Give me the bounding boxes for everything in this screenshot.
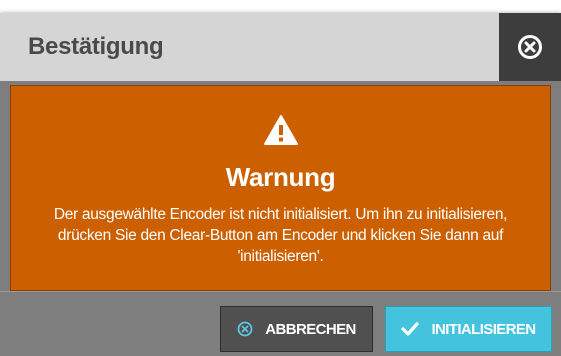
cancel-button[interactable]: ABBRECHEN [220,306,373,352]
cancel-circle-icon [237,321,253,337]
confirmation-dialog: Bestätigung Warnung Der ausgewählte Enco… [0,13,561,356]
initialize-button-label: INITIALISIEREN [431,320,536,338]
close-button[interactable] [499,13,561,81]
checkmark-icon [401,322,420,336]
dialog-title: Bestätigung [28,33,164,60]
footer-divider [0,291,561,292]
warning-panel: Warnung Der ausgewählte Encoder ist nich… [10,85,551,291]
warning-heading: Warnung [225,162,336,192]
close-circle-icon [518,35,542,59]
dialog-header: Bestätigung [0,13,561,81]
warning-triangle-icon [11,114,550,146]
cancel-button-label: ABBRECHEN [265,320,356,338]
initialize-button[interactable]: INITIALISIEREN [385,306,552,352]
warning-message: Der ausgewählte Encoder ist nicht initia… [53,206,508,265]
